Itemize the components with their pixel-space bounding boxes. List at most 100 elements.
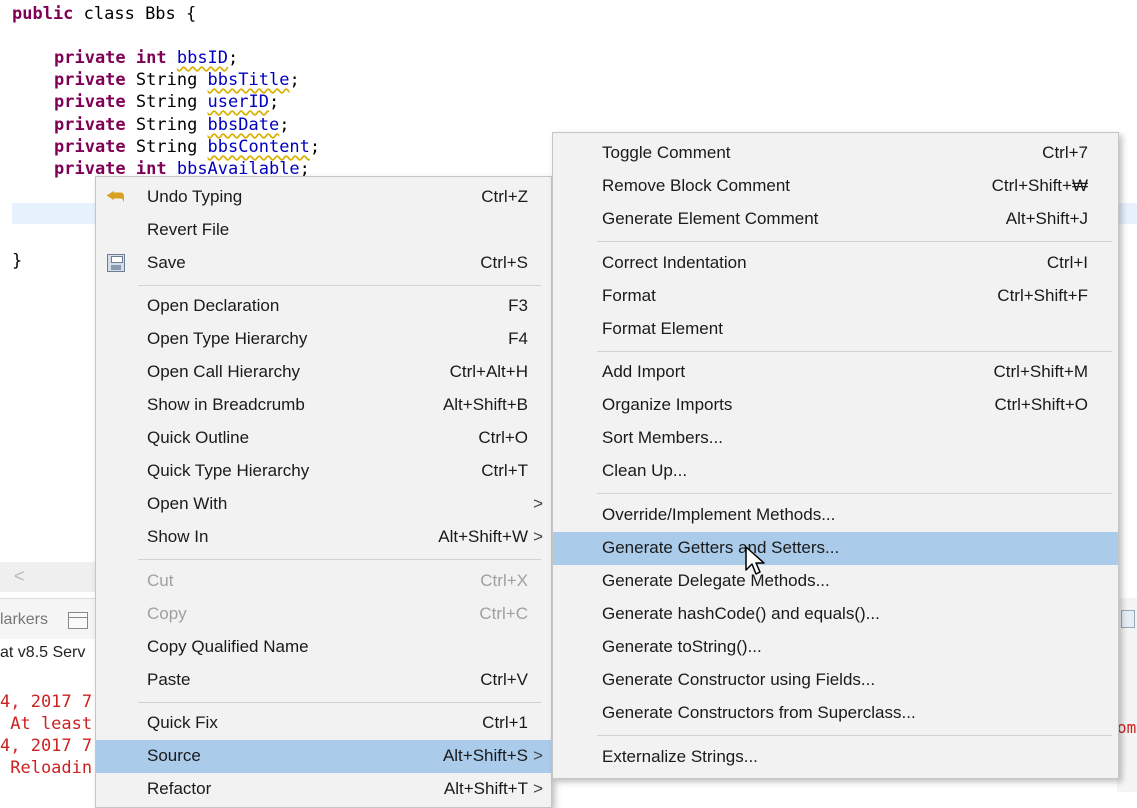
menu-item-add-import[interactable]: Add Import Ctrl+Shift+M <box>553 356 1118 389</box>
menu-item-generate-constructor-fields[interactable]: Generate Constructor using Fields... <box>553 664 1118 697</box>
menu-item-label: Correct Indentation <box>602 253 747 272</box>
menu-item-label: Save <box>147 253 186 272</box>
menu-item-label: Quick Type Hierarchy <box>147 461 310 480</box>
menu-item-label: Format Element <box>602 319 723 338</box>
properties-icon[interactable] <box>68 612 88 629</box>
menu-item-revert-file[interactable]: Revert File <box>96 214 551 247</box>
menu-item-generate-constructors-superclass[interactable]: Generate Constructors from Superclass... <box>553 697 1118 730</box>
menu-separator <box>138 559 541 560</box>
menu-item-label: Generate Element Comment <box>602 209 819 228</box>
menu-item-generate-delegate-methods[interactable]: Generate Delegate Methods... <box>553 565 1118 598</box>
code-line-field[interactable]: private String bbsContent; <box>54 136 320 158</box>
menu-item-shortcut: Ctrl+O <box>478 428 528 447</box>
menu-separator <box>597 241 1112 242</box>
mouse-cursor-icon <box>745 546 765 575</box>
menu-item-label: Paste <box>147 670 191 689</box>
menu-item-show-in-breadcrumb[interactable]: Show in Breadcrumb Alt+Shift+B <box>96 389 551 422</box>
menu-item-clean-up[interactable]: Clean Up... <box>553 455 1118 488</box>
menu-item-save[interactable]: Save Ctrl+S <box>96 247 551 280</box>
menu-item-format[interactable]: Format Ctrl+Shift+F <box>553 280 1118 313</box>
menu-item-quick-type-hierarchy[interactable]: Quick Type Hierarchy Ctrl+T <box>96 455 551 488</box>
console-line: At least <box>0 714 93 734</box>
menu-item-label: Open Type Hierarchy <box>147 329 308 348</box>
menu-item-label: Copy <box>147 604 187 623</box>
menu-item-label: Override/Implement Methods... <box>602 505 836 524</box>
code-line-closing-brace[interactable]: } <box>12 250 22 272</box>
code-line-field[interactable]: private String userID; <box>54 91 279 113</box>
menu-item-override-implement-methods[interactable]: Override/Implement Methods... <box>553 499 1118 532</box>
menu-item-label: Open With <box>147 494 228 513</box>
menu-item-shortcut: Alt+Shift+T <box>443 779 528 798</box>
menu-item-externalize-strings[interactable]: Externalize Strings... <box>553 741 1118 774</box>
server-label[interactable]: at v8.5 Serv <box>0 644 85 662</box>
menu-item-shortcut: F4 <box>508 329 528 348</box>
menu-item-correct-indentation[interactable]: Correct Indentation Ctrl+I <box>553 247 1118 280</box>
menu-item-label: Generate hashCode() and equals()... <box>602 604 880 623</box>
menu-item-remove-block-comment[interactable]: Remove Block Comment Ctrl+Shift+₩ <box>553 170 1118 203</box>
tab-markers[interactable]: larkers <box>0 611 48 629</box>
menu-item-shortcut: Ctrl+Shift+₩ <box>991 176 1088 195</box>
menu-item-label: Revert File <box>147 220 230 239</box>
menu-item-label: Generate Getters and Setters... <box>602 538 840 557</box>
code-line-field[interactable]: private int bbsID; <box>54 47 238 69</box>
menu-item-generate-getters-setters[interactable]: Generate Getters and Setters... <box>553 532 1118 565</box>
menu-item-show-in[interactable]: Show In Alt+Shift+W > <box>96 521 551 554</box>
menu-item-open-call-hierarchy[interactable]: Open Call Hierarchy Ctrl+Alt+H <box>96 356 551 389</box>
menu-item-generate-tostring[interactable]: Generate toString()... <box>553 631 1118 664</box>
menu-item-label: Externalize Strings... <box>602 747 758 766</box>
submenu-arrow-icon: > <box>533 779 543 798</box>
menu-item-shortcut: F3 <box>508 296 528 315</box>
menu-separator <box>138 285 541 286</box>
console-line: 4, 2017 7 <box>0 692 93 712</box>
menu-item-sort-members[interactable]: Sort Members... <box>553 422 1118 455</box>
pin-icon[interactable] <box>1121 610 1135 628</box>
menu-item-label: Undo Typing <box>147 187 243 206</box>
menu-item-open-declaration[interactable]: Open Declaration F3 <box>96 290 551 323</box>
menu-separator <box>138 702 541 703</box>
menu-item-toggle-comment[interactable]: Toggle Comment Ctrl+7 <box>553 137 1118 170</box>
code-line-field[interactable]: private String bbsDate; <box>54 114 289 136</box>
menu-item-shortcut: Ctrl+X <box>480 571 528 590</box>
menu-item-source[interactable]: Source Alt+Shift+S > <box>96 740 551 773</box>
menu-item-shortcut: Ctrl+S <box>480 253 528 272</box>
menu-item-organize-imports[interactable]: Organize Imports Ctrl+Shift+O <box>553 389 1118 422</box>
menu-item-shortcut: Ctrl+Shift+O <box>994 395 1088 414</box>
menu-item-refactor[interactable]: Refactor Alt+Shift+T > <box>96 773 551 806</box>
menu-item-label: Show in Breadcrumb <box>147 395 305 414</box>
menu-item-label: Quick Fix <box>147 713 218 732</box>
menu-item-quick-outline[interactable]: Quick Outline Ctrl+O <box>96 422 551 455</box>
menu-separator <box>597 351 1112 352</box>
menu-item-label: Refactor <box>147 779 212 798</box>
menu-item-shortcut: Ctrl+T <box>481 461 528 480</box>
menu-item-label: Open Call Hierarchy <box>147 362 301 381</box>
horizontal-scrollbar[interactable]: < <box>0 562 100 592</box>
menu-item-shortcut: Alt+Shift+W <box>438 527 528 546</box>
menu-item-label: Generate Constructors from Superclass... <box>602 703 916 722</box>
menu-item-open-type-hierarchy[interactable]: Open Type Hierarchy F4 <box>96 323 551 356</box>
menu-item-label: Organize Imports <box>602 395 733 414</box>
menu-item-copy[interactable]: Copy Ctrl+C <box>96 598 551 631</box>
menu-item-copy-qualified-name[interactable]: Copy Qualified Name <box>96 631 551 664</box>
menu-item-label: Generate Delegate Methods... <box>602 571 830 590</box>
source-submenu: Toggle Comment Ctrl+7 Remove Block Comme… <box>552 132 1119 779</box>
submenu-arrow-icon: > <box>533 494 543 513</box>
menu-item-label: Clean Up... <box>602 461 688 480</box>
menu-item-label: Cut <box>147 571 174 590</box>
menu-item-generate-element-comment[interactable]: Generate Element Comment Alt+Shift+J <box>553 203 1118 236</box>
code-line-class[interactable]: public class Bbs { <box>12 3 196 25</box>
menu-item-shortcut: Ctrl+C <box>479 604 528 623</box>
menu-item-format-element[interactable]: Format Element <box>553 313 1118 346</box>
menu-item-label: Remove Block Comment <box>602 176 791 195</box>
menu-item-open-with[interactable]: Open With > <box>96 488 551 521</box>
menu-item-label: Generate Constructor using Fields... <box>602 670 876 689</box>
menu-item-undo-typing[interactable]: ⮪ Undo Typing Ctrl+Z <box>96 181 551 214</box>
menu-item-cut[interactable]: Cut Ctrl+X <box>96 565 551 598</box>
right-toolbar <box>1117 598 1137 792</box>
menu-item-quick-fix[interactable]: Quick Fix Ctrl+1 <box>96 707 551 740</box>
scroll-left-icon[interactable]: < <box>14 566 25 587</box>
code-line-field[interactable]: private String bbsTitle; <box>54 69 300 91</box>
menu-item-generate-hashcode-equals[interactable]: Generate hashCode() and equals()... <box>553 598 1118 631</box>
menu-item-label: Quick Outline <box>147 428 250 447</box>
menu-item-shortcut: Ctrl+I <box>1046 253 1088 272</box>
menu-item-paste[interactable]: Paste Ctrl+V <box>96 664 551 697</box>
